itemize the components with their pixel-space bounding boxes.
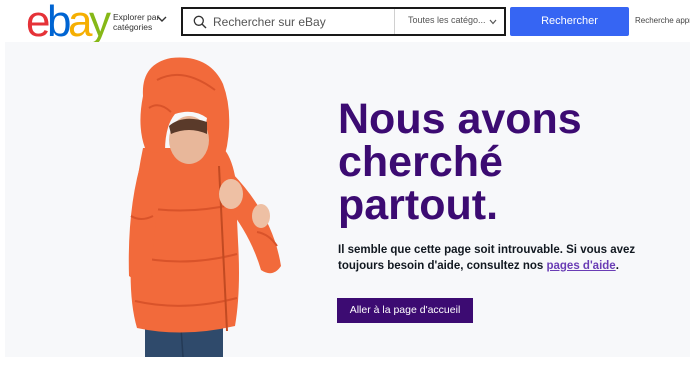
message-end: .	[615, 260, 619, 272]
advanced-search-link[interactable]: Recherche appro	[635, 16, 690, 25]
page-title-line-3: partout.	[338, 181, 499, 229]
explore-categories-button[interactable]: Explorer par catégories	[113, 12, 163, 32]
chevron-down-icon[interactable]	[157, 16, 167, 23]
child-in-orange-jacket-image	[128, 57, 281, 357]
category-select-label: Toutes les catégo...	[408, 15, 486, 25]
page-title-line-1: Nous avons	[338, 95, 582, 143]
go-home-button[interactable]: Aller à la page d'accueil	[337, 298, 473, 323]
logo-letter-e: e	[26, 0, 50, 46]
page-title-line-2: cherché	[338, 138, 503, 186]
explore-line-1: Explorer par	[113, 12, 160, 22]
help-pages-link[interactable]: pages d'aide	[546, 260, 615, 272]
category-select[interactable]: Toutes les catégo...	[394, 9, 506, 34]
logo-letter-a: a	[67, 0, 92, 46]
ebay-logo[interactable]: ebay	[26, 0, 111, 46]
header: ebay Explorer par catégories Toutes les …	[0, 0, 690, 46]
explore-line-2: catégories	[113, 22, 153, 32]
chevron-down-icon	[489, 19, 497, 25]
search-icon	[193, 15, 207, 29]
search-input[interactable]	[213, 10, 388, 34]
not-found-hero: Nous avons cherché partout. Il semble qu…	[5, 42, 690, 357]
logo-letter-y: y	[88, 0, 111, 46]
logo-letter-b: b	[46, 0, 71, 46]
page: ebay Explorer par catégories Toutes les …	[0, 0, 690, 367]
search-button[interactable]: Rechercher	[510, 7, 629, 36]
not-found-message: Il semble que cette page soit introuvabl…	[338, 242, 638, 274]
page-title: Nous avons cherché partout.	[338, 98, 638, 227]
search-bar: Toutes les catégo...	[181, 7, 506, 36]
